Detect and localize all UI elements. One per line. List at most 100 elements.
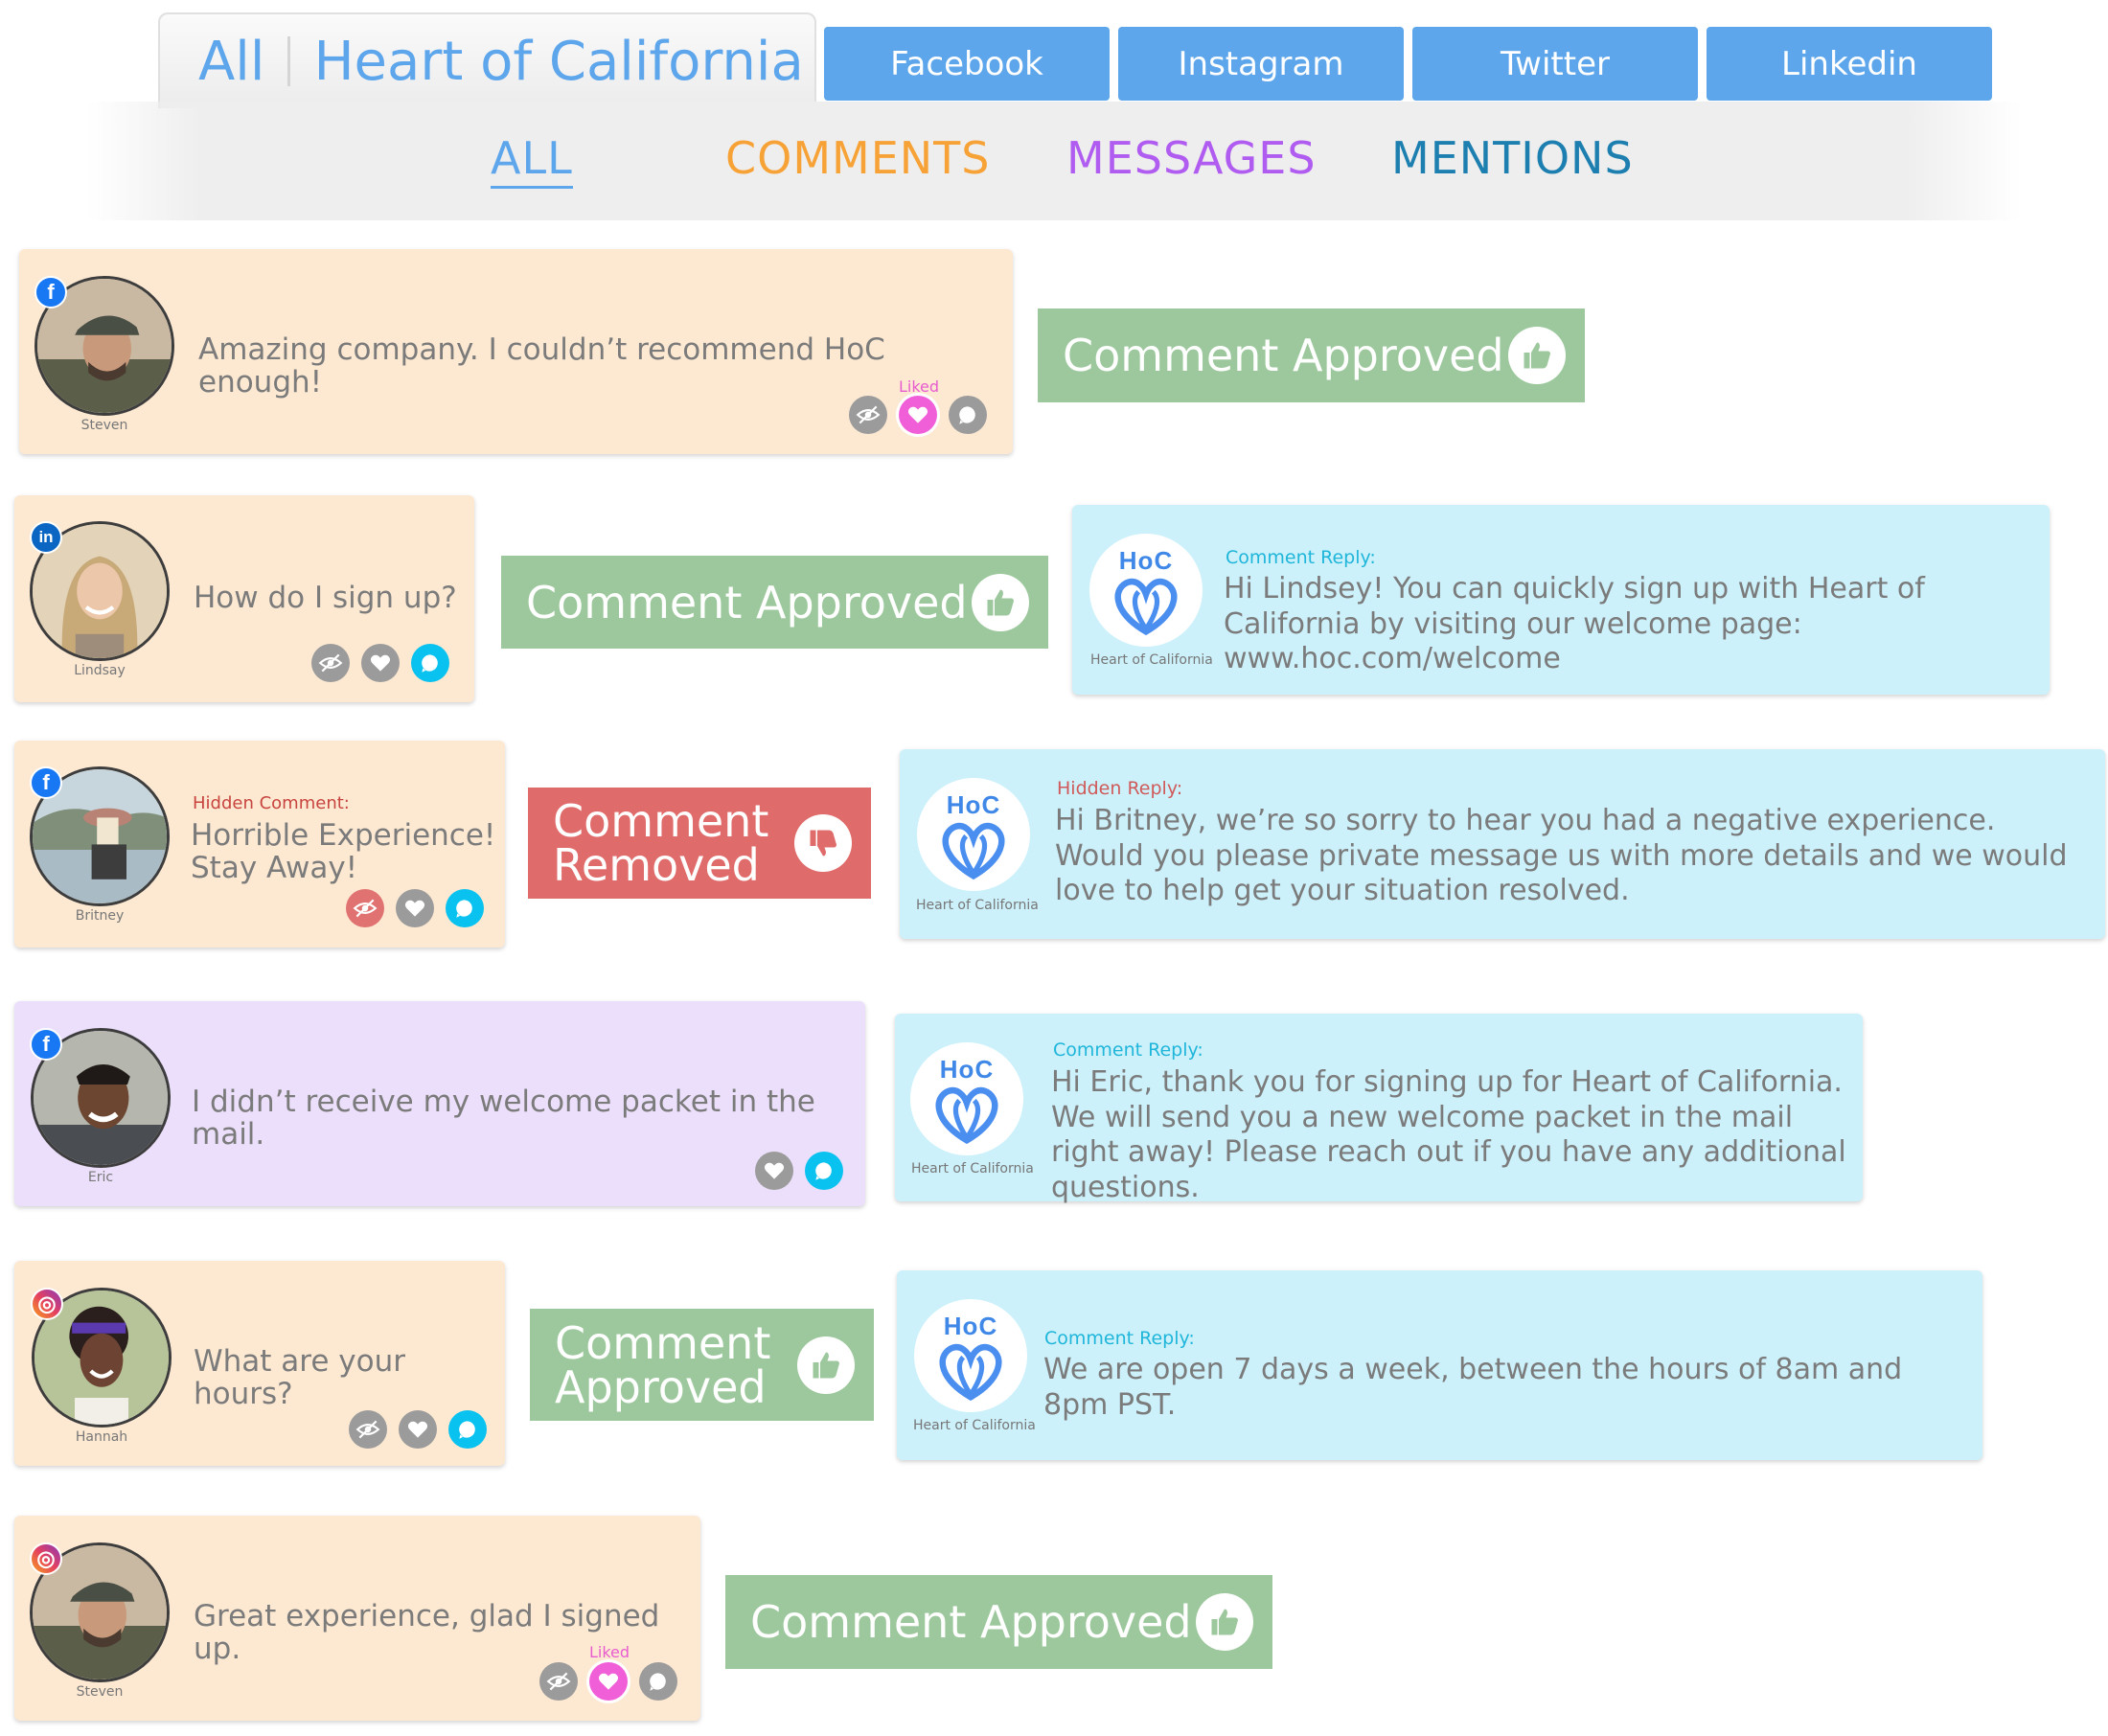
chat-bubble-icon — [422, 654, 438, 673]
facebook-icon: f — [30, 766, 62, 799]
reply-card: HoC Heart of California Comment Reply: H… — [1072, 505, 2050, 695]
eye-slash-icon — [856, 405, 881, 424]
hide-button[interactable] — [849, 396, 887, 434]
reply-card: HoC Heart of California Comment Reply: H… — [895, 1014, 1863, 1204]
comment-text: How do I sign up? — [194, 581, 457, 615]
thumbs-up-icon — [972, 573, 1029, 631]
org-name: Heart of California — [913, 1418, 1036, 1433]
chat-bubble-icon — [650, 1673, 666, 1691]
like-button[interactable] — [755, 1152, 793, 1190]
filter-bar — [86, 102, 2022, 220]
tab-twitter[interactable]: Twitter — [1412, 27, 1698, 101]
user-name: Steven — [80, 418, 128, 433]
hoc-heart-logo: HoC — [914, 1299, 1027, 1412]
eye-slash-icon — [353, 899, 378, 918]
tab-label: Linkedin — [1781, 44, 1917, 83]
thumbs-down-icon — [794, 814, 852, 872]
reply-button[interactable] — [446, 889, 484, 927]
scope-all[interactable]: All — [198, 31, 264, 93]
instagram-icon: ◎ — [30, 1542, 62, 1575]
user-name: Britney — [75, 908, 125, 924]
logo-text: HoC — [1118, 545, 1174, 575]
hidden-comment-label: Hidden Comment: — [193, 793, 350, 813]
status-badge-approved: Comment Approved — [501, 556, 1048, 649]
tab-separator — [287, 36, 291, 86]
like-button[interactable] — [899, 396, 937, 434]
org-tab[interactable]: All Heart of California — [158, 12, 816, 108]
org-name: Heart of California — [911, 1161, 1034, 1176]
hide-button[interactable] — [311, 644, 350, 682]
status-badge-approved: Comment Approved — [725, 1575, 1272, 1669]
status-text: Comment Approved — [555, 1316, 771, 1413]
status-badge-removed: Comment Removed — [528, 788, 871, 899]
reply-label: Comment Reply: — [1044, 1328, 1195, 1349]
reply-button[interactable] — [639, 1662, 677, 1701]
reply-button[interactable] — [411, 644, 449, 682]
heart-icon — [404, 900, 425, 917]
reply-button[interactable] — [805, 1152, 843, 1190]
org-name: Heart of California — [916, 898, 1039, 913]
comment-card: f Steven Amazing company. I couldn’t rec… — [19, 249, 1013, 454]
reply-text: Hi Eric, thank you for signing up for He… — [1051, 1065, 1846, 1204]
thumbs-up-icon — [797, 1336, 855, 1394]
hoc-heart-logo: HoC — [917, 778, 1030, 891]
heart-icon — [598, 1673, 619, 1690]
status-text: Comment Removed — [553, 795, 769, 891]
comment-text: What are your hours? — [194, 1344, 405, 1412]
eye-slash-icon — [318, 653, 343, 673]
instagram-icon: ◎ — [31, 1288, 63, 1320]
tab-label: Twitter — [1501, 44, 1610, 83]
filter-messages[interactable]: MESSAGES — [1066, 132, 1317, 184]
tab-label: Facebook — [890, 44, 1043, 83]
status-text: Comment Approved — [1063, 330, 1504, 381]
comment-card: f Britney Hidden Comment: Horrible Exper… — [14, 741, 505, 948]
comment-text: Horrible Experience! Stay Away! — [191, 818, 496, 886]
reply-button[interactable] — [448, 1410, 487, 1449]
user-name: Eric — [87, 1170, 114, 1185]
status-badge-approved: Comment Approved — [530, 1309, 874, 1421]
filter-all[interactable]: ALL — [491, 132, 573, 189]
status-text: Comment Approved — [526, 576, 968, 628]
heart-icon — [407, 1421, 428, 1438]
hide-button[interactable] — [349, 1410, 387, 1449]
reply-label: Comment Reply: — [1226, 547, 1376, 568]
tab-instagram[interactable]: Instagram — [1118, 27, 1404, 101]
heart-icon — [907, 406, 928, 423]
tab-linkedin[interactable]: Linkedin — [1707, 27, 1992, 101]
hoc-heart-logo: HoC — [910, 1042, 1023, 1155]
reply-text: We are open 7 days a week, between the h… — [1043, 1353, 1903, 1422]
comment-card: ◎ Steven Great experience, glad I signed… — [14, 1516, 700, 1721]
logo-text: HoC — [946, 789, 1001, 819]
comment-card: f Eric I didn’t receive my welcome packe… — [14, 1001, 865, 1206]
hoc-heart-logo: HoC — [1089, 534, 1203, 647]
hide-button[interactable] — [346, 889, 384, 927]
like-button[interactable] — [396, 889, 434, 927]
reply-button[interactable] — [949, 396, 987, 434]
hide-button[interactable] — [539, 1662, 578, 1701]
thumbs-up-icon — [1196, 1593, 1253, 1651]
heart-icon — [370, 654, 391, 672]
logo-text: HoC — [939, 1054, 995, 1084]
filter-mentions[interactable]: MENTIONS — [1391, 132, 1634, 184]
user-name: Lindsay — [74, 663, 126, 678]
comment-card: in Lindsay How do I sign up? — [14, 495, 474, 702]
reply-card: HoC Heart of California Hidden Reply: Hi… — [900, 749, 2105, 939]
thumbs-up-icon — [1508, 327, 1566, 384]
tab-facebook[interactable]: Facebook — [824, 27, 1110, 101]
eye-slash-icon — [546, 1672, 571, 1691]
liked-label: Liked — [589, 1643, 630, 1661]
reply-card: HoC Heart of California Comment Reply: W… — [897, 1270, 1982, 1460]
logo-text: HoC — [943, 1311, 998, 1340]
like-button[interactable] — [589, 1662, 628, 1701]
chat-bubble-icon — [456, 900, 472, 918]
like-button[interactable] — [399, 1410, 437, 1449]
comment-card: ◎ Hannah What are your hours? — [14, 1261, 505, 1466]
chat-bubble-icon — [459, 1421, 475, 1439]
facebook-icon: f — [30, 1028, 62, 1061]
org-name: Heart of California — [1090, 652, 1213, 668]
like-button[interactable] — [361, 644, 400, 682]
user-name: Hannah — [75, 1429, 128, 1445]
user-name: Steven — [76, 1684, 124, 1700]
filter-comments[interactable]: COMMENTS — [725, 132, 990, 184]
org-name: Heart of California — [313, 30, 804, 93]
